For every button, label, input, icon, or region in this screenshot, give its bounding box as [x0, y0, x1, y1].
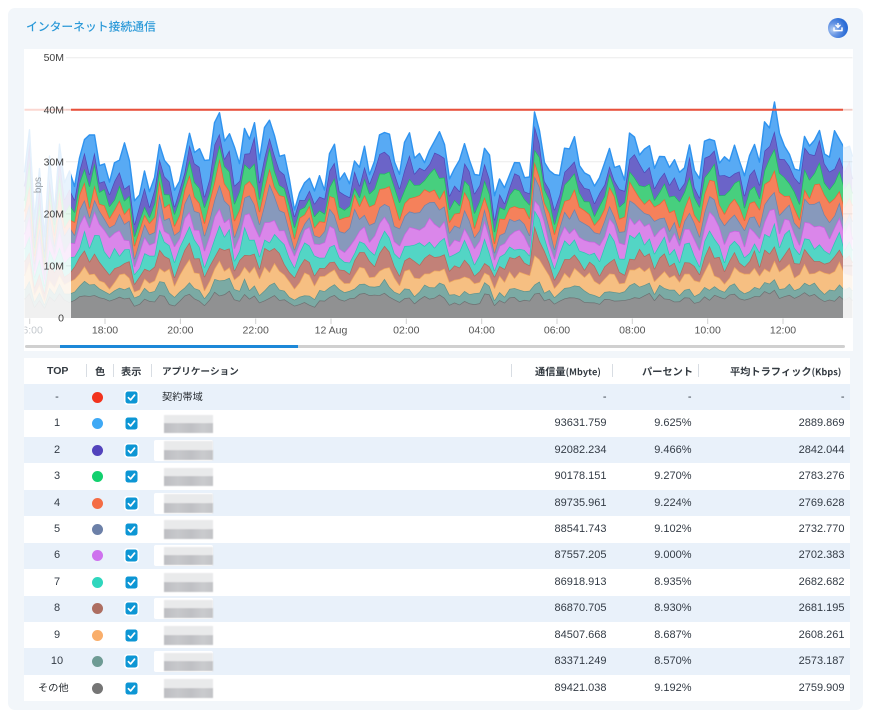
- svg-text:06:00: 06:00: [544, 325, 570, 337]
- svg-text:10:00: 10:00: [695, 325, 721, 337]
- svg-text:20M: 20M: [44, 208, 64, 220]
- svg-text:18:00: 18:00: [92, 325, 118, 337]
- svg-text:22:00: 22:00: [243, 325, 269, 337]
- svg-text:40M: 40M: [44, 104, 64, 116]
- svg-text:50M: 50M: [44, 52, 64, 64]
- svg-text:12 Aug: 12 Aug: [315, 325, 348, 337]
- svg-text:16:00: 16:00: [17, 325, 43, 337]
- svg-text:0: 0: [58, 313, 64, 325]
- svg-text:10M: 10M: [44, 260, 64, 272]
- svg-text:30M: 30M: [44, 156, 64, 168]
- svg-text:04:00: 04:00: [469, 325, 495, 337]
- svg-text:08:00: 08:00: [619, 325, 645, 337]
- svg-text:bps: bps: [33, 177, 44, 193]
- svg-text:20:00: 20:00: [167, 325, 193, 337]
- svg-text:12:00: 12:00: [770, 325, 796, 337]
- svg-text:02:00: 02:00: [393, 325, 419, 337]
